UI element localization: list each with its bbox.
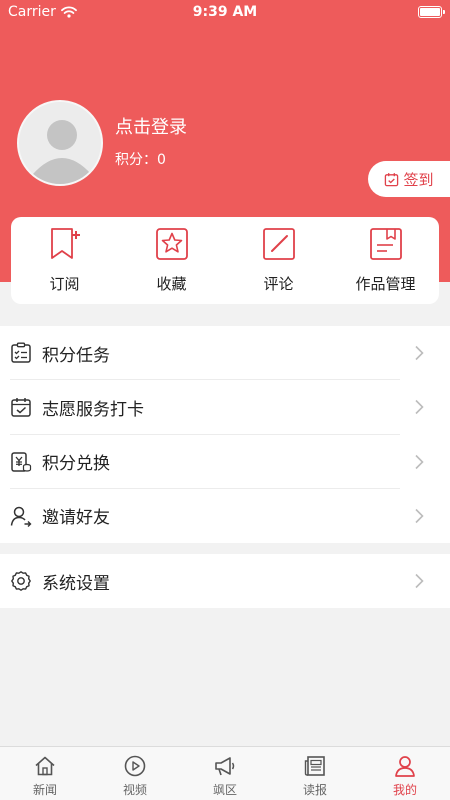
document-icon bbox=[369, 228, 402, 260]
quick-subscribe[interactable]: 订阅 bbox=[11, 217, 118, 304]
tab-news[interactable]: 新闻 bbox=[0, 747, 90, 800]
quick-works-label: 作品管理 bbox=[355, 275, 416, 293]
edit-icon bbox=[262, 228, 295, 260]
chevron-right-icon bbox=[415, 454, 424, 469]
tab-bar: 新闻 视频 飒区 读报 我的 bbox=[0, 746, 450, 800]
quick-favorites-label: 收藏 bbox=[156, 275, 187, 293]
quick-subscribe-label: 订阅 bbox=[49, 275, 80, 293]
carrier-label: Carrier bbox=[8, 4, 56, 20]
menu-list: 积分任务 志愿服务打卡 积分兑换 邀请好友 bbox=[0, 326, 450, 543]
carrier-group: Carrier bbox=[8, 4, 77, 20]
quick-works[interactable]: 作品管理 bbox=[332, 217, 439, 304]
quick-favorites[interactable]: 收藏 bbox=[118, 217, 225, 304]
menu-item-points-tasks[interactable]: 积分任务 bbox=[0, 326, 450, 381]
tab-label: 我的 bbox=[392, 783, 417, 797]
chevron-right-icon bbox=[415, 574, 424, 589]
tab-video[interactable]: 视频 bbox=[90, 747, 180, 800]
gear-icon bbox=[11, 571, 31, 592]
user-invite-icon bbox=[10, 506, 32, 527]
tab-label: 新闻 bbox=[32, 783, 57, 797]
star-icon bbox=[155, 228, 188, 260]
person-icon bbox=[395, 756, 415, 777]
menu-item-points-exchange[interactable]: 积分兑换 bbox=[0, 435, 450, 489]
menu-item-settings[interactable]: 系统设置 bbox=[0, 554, 450, 608]
tab-label: 飒区 bbox=[212, 783, 237, 797]
calendar-check-icon bbox=[11, 398, 31, 418]
checkin-label: 签到 bbox=[403, 170, 434, 189]
points-label: 积分：0 bbox=[115, 152, 166, 168]
tab-label: 视频 bbox=[122, 783, 147, 797]
settings-group: 系统设置 bbox=[0, 554, 450, 608]
tab-zone[interactable]: 飒区 bbox=[180, 747, 270, 800]
chevron-right-icon bbox=[415, 400, 424, 415]
status-bar: Carrier 9:39 AM bbox=[0, 0, 450, 26]
quick-actions-card: 订阅 收藏 评论 作品管理 bbox=[11, 217, 439, 304]
checkin-button[interactable]: 签到 bbox=[368, 161, 450, 197]
menu-item-label: 积分任务 bbox=[42, 345, 110, 366]
default-avatar-icon bbox=[33, 120, 91, 184]
battery-icon bbox=[418, 6, 445, 18]
chevron-right-icon bbox=[415, 346, 424, 361]
tab-newspaper[interactable]: 读报 bbox=[270, 747, 360, 800]
tab-label: 读报 bbox=[302, 783, 327, 797]
avatar[interactable] bbox=[17, 100, 103, 186]
menu-item-label: 邀请好友 bbox=[42, 508, 110, 529]
yuan-exchange-icon bbox=[11, 451, 32, 472]
wifi-icon bbox=[60, 6, 77, 18]
newspaper-icon bbox=[304, 756, 325, 776]
home-icon bbox=[35, 756, 55, 776]
menu-item-invite-friends[interactable]: 邀请好友 bbox=[0, 489, 450, 543]
chevron-right-icon bbox=[415, 508, 424, 523]
menu-item-volunteer-checkin[interactable]: 志愿服务打卡 bbox=[0, 380, 450, 435]
megaphone-icon bbox=[215, 757, 235, 776]
bookmark-plus-icon bbox=[50, 228, 80, 259]
menu-item-label: 志愿服务打卡 bbox=[42, 399, 144, 420]
menu-item-label: 积分兑换 bbox=[42, 454, 110, 475]
tab-mine[interactable]: 我的 bbox=[360, 747, 450, 800]
login-prompt[interactable]: 点击登录 bbox=[115, 113, 187, 139]
clipboard-check-icon bbox=[11, 342, 31, 363]
play-icon bbox=[124, 755, 146, 777]
quick-comments-label: 评论 bbox=[263, 275, 294, 293]
quick-comments[interactable]: 评论 bbox=[225, 217, 332, 304]
menu-item-label: 系统设置 bbox=[42, 573, 110, 594]
calendar-icon bbox=[385, 172, 399, 186]
